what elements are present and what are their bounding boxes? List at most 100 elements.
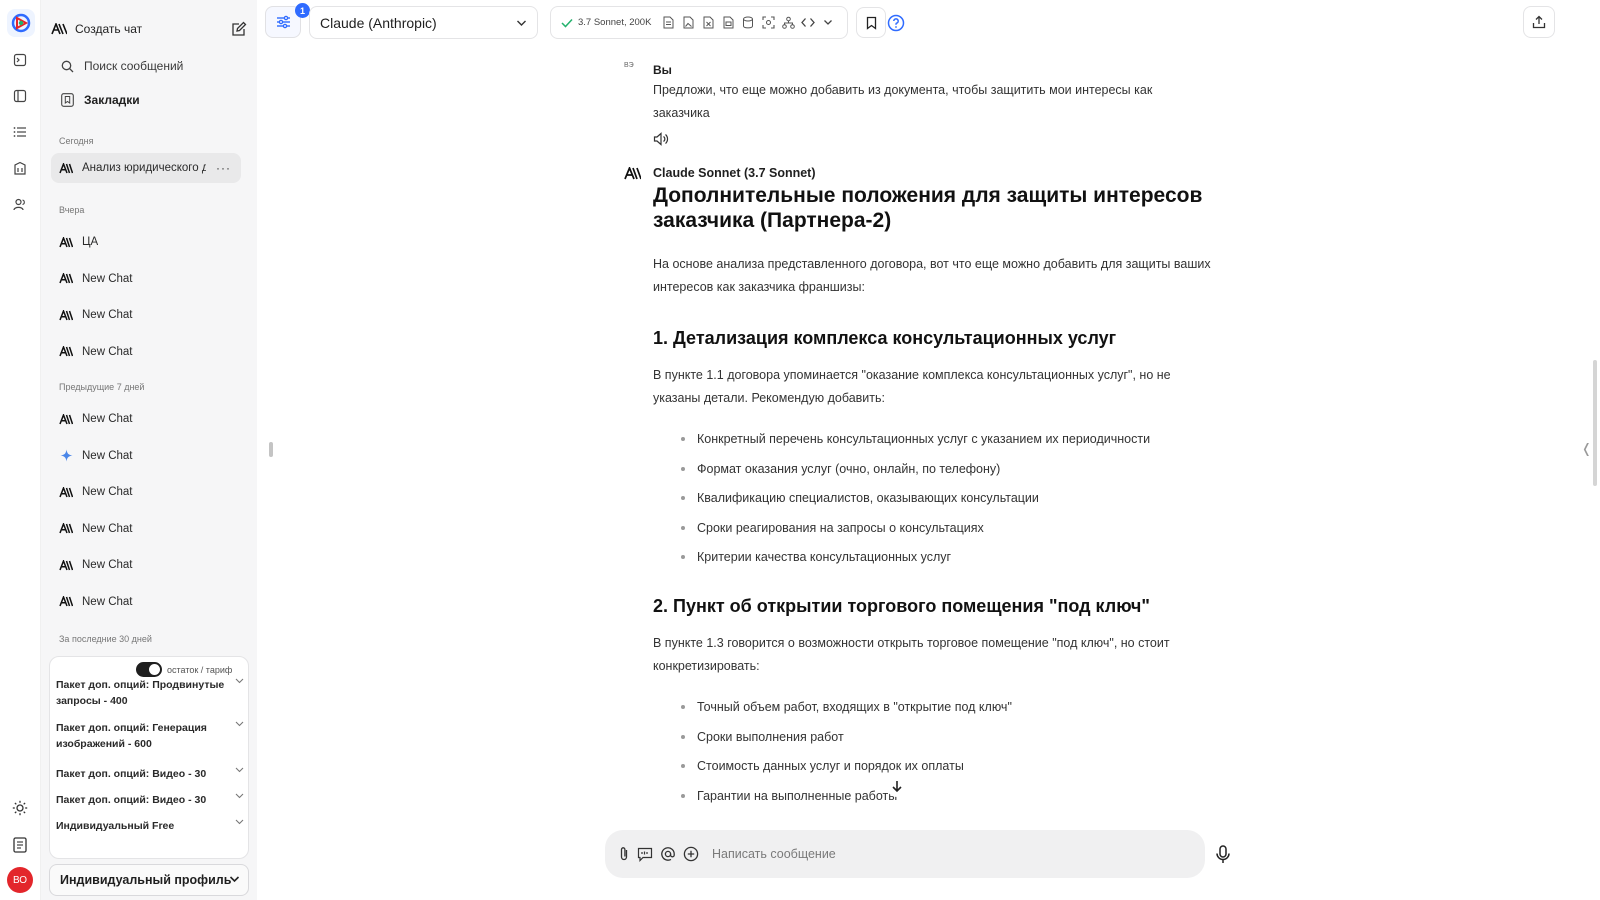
bookmark-icon [866,16,877,30]
list-item: Сроки выполнения работ [653,728,1213,758]
settings-filter-button[interactable]: 1 [265,3,310,38]
anthropic-icon [59,522,73,536]
anthropic-icon [59,308,73,322]
list-icon[interactable] [10,122,30,142]
bookmarks-link[interactable]: Закладки [51,87,247,113]
chat-list-item[interactable]: Анализ юридического документа ··· [51,153,241,183]
anthropic-icon [59,345,73,359]
add-plus-icon[interactable] [682,845,700,863]
package-item[interactable]: Пакет доп. опций: Видео - 30 [56,766,244,782]
chat-icon[interactable] [10,50,30,70]
scroll-to-bottom-button[interactable] [886,775,908,797]
balance-tariff-toggle-row[interactable]: остаток / тариф [136,662,232,677]
anthropic-icon [59,235,73,249]
chat-list-item[interactable]: New Chat [51,264,241,294]
app-logo-icon[interactable] [7,9,35,37]
chat-title: New Chat [82,486,133,498]
profile-label: Индивидуальный профиль [60,873,232,887]
chat-list-item[interactable]: New Chat [51,514,241,544]
profile-select-button[interactable]: Индивидуальный профиль [49,864,249,896]
anthropic-icon [59,485,73,499]
bookmark-button[interactable] [856,7,886,38]
package-label: Пакет доп. опций: Видео - 30 [56,794,207,806]
chevron-down-icon [235,767,244,773]
anthropic-icon [59,272,73,286]
answer-title: Дополнительные положения для защиты инте… [653,184,1203,232]
section1-heading: 1. Детализация комплекса консультационны… [653,328,1117,348]
create-chat-label: Создать чат [75,22,143,36]
chat-list-item[interactable]: New Chat [51,587,241,617]
package-label: Пакет доп. опций: Продвинутые запросы - … [56,679,225,707]
chat-list-item[interactable]: New Chat [51,441,241,471]
layout-icon[interactable] [10,86,30,106]
users-icon[interactable] [10,194,30,214]
chat-list-item[interactable]: New Chat [51,477,241,507]
chat-list-item[interactable]: New Chat [51,550,241,580]
section-today: Сегодня [59,136,94,146]
bookmarks-label: Закладки [84,93,140,107]
document-icon[interactable] [10,835,30,855]
chat-title: New Chat [82,309,133,321]
icon-rail: ВО [0,0,41,900]
arrow-down-icon [891,780,903,793]
excel-file-icon [701,16,715,30]
package-item[interactable]: Пакет доп. опций: Продвинутые запросы - … [56,677,244,709]
theme-sun-icon[interactable] [10,798,30,818]
user-avatar[interactable]: ВО [7,867,33,893]
new-chat-edit-icon[interactable] [231,21,247,37]
list-item: Гарантии на выполненные работы [653,787,1213,817]
bookmark-icon [61,93,74,107]
chat-more-options-icon[interactable]: ··· [216,161,231,175]
microphone-icon[interactable] [1216,845,1236,865]
create-chat-row[interactable]: Создать чат [51,16,247,42]
chat-list-item[interactable]: New Chat [51,404,241,434]
search-icon [61,60,74,73]
package-item[interactable]: Пакет доп. опций: Генерация изображений … [56,720,244,752]
prompt-templates-icon[interactable] [636,845,654,863]
text-file-icon [661,16,675,30]
section-prev7: Предыдущие 7 дней [59,382,145,392]
speaker-read-aloud-icon[interactable] [653,132,669,146]
plan-packages-box: остаток / тариф Пакет доп. опций: Продви… [49,656,249,859]
chevron-down-icon [235,793,244,799]
share-export-button[interactable] [1523,6,1555,38]
anthropic-icon [59,161,73,175]
message-input[interactable] [712,844,1182,864]
page-scrollbar[interactable] [1593,360,1597,486]
model-select[interactable]: Claude (Anthropic) [309,6,538,39]
anthropic-icon [51,23,67,35]
chat-title: New Chat [82,522,133,535]
search-messages[interactable]: Поиск сообщений [51,53,247,79]
user-message-text: Предложи, что еще можно добавить из доку… [653,83,1153,120]
chevron-down-icon [235,819,244,825]
sidebar-collapse-handle[interactable] [269,442,273,457]
chevron-down-icon [235,721,244,727]
network-icon [781,16,795,30]
anthropic-icon [59,412,73,426]
balance-tariff-toggle[interactable] [136,662,162,677]
model-caps-text: 3.7 Sonnet, 200K [578,17,652,28]
list-item: Сроки реагирования на запросы о консульт… [653,519,1213,549]
package-item[interactable]: Индивидуальный Free [56,818,244,834]
mention-at-icon[interactable] [659,845,677,863]
check-icon [561,18,573,28]
right-panel-expand-handle[interactable]: ❬ [1581,441,1592,457]
chevron-down-icon [229,875,240,883]
user-message-author: Вы [653,63,672,77]
help-icon[interactable] [887,14,905,32]
chat-list-item[interactable]: New Chat [51,337,241,367]
chevron-down-icon [235,678,244,684]
top-bar: 1 Claude (Anthropic) 3.7 Sonnet, 200K [257,0,1600,46]
section-last30: За последние 30 дней [59,634,152,644]
chat-list-item[interactable]: ЦА [51,227,241,257]
list-item: Точный объем работ, входящих в "открытие… [653,698,1213,728]
attach-paperclip-icon[interactable] [615,845,633,863]
model-capabilities-select[interactable]: 3.7 Sonnet, 200K [550,6,848,39]
library-icon[interactable] [10,158,30,178]
chat-title: New Chat [82,559,133,571]
chat-list-item[interactable]: New Chat [51,300,241,330]
gemini-sparkle-icon [59,449,73,463]
package-label: Пакет доп. опций: Генерация изображений … [56,722,207,750]
package-item[interactable]: Пакет доп. опций: Видео - 30 [56,792,244,808]
toggle-label: остаток / тариф [167,664,233,675]
